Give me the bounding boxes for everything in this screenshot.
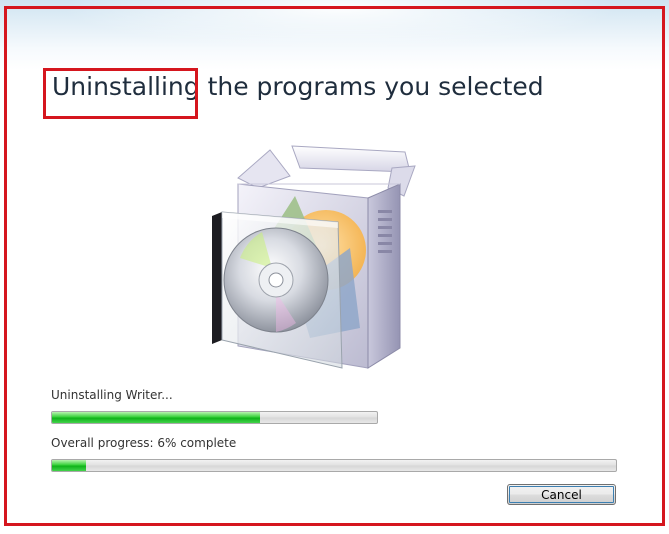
- software-box-cd-icon: [212, 145, 416, 369]
- overall-progress-fill: [52, 460, 86, 471]
- page-title: Uninstalling the programs you selected: [52, 72, 544, 101]
- overall-progress-bar: [51, 459, 617, 472]
- current-task-progress-fill: [52, 412, 260, 423]
- overall-progress-label: Overall progress: 6% complete: [51, 436, 237, 450]
- current-task-progress-bar: [51, 411, 378, 424]
- current-task-label: Uninstalling Writer...: [51, 388, 173, 402]
- title-rest: the programs you selected: [199, 72, 544, 101]
- cancel-button[interactable]: Cancel: [507, 484, 616, 505]
- header-glow: [0, 0, 669, 70]
- title-highlighted-word: Uninstalling: [52, 72, 200, 101]
